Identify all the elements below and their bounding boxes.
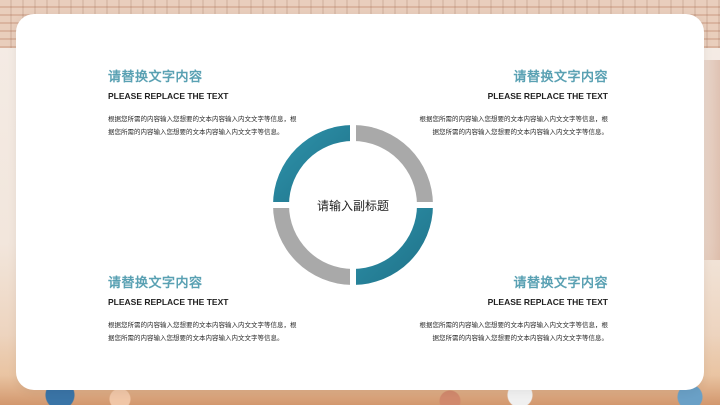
- ring-segment-bottom-left: [273, 205, 353, 285]
- text-block-top-right: 请替换文字内容 PLEASE REPLACE THE TEXT 根据您所需的内容…: [418, 66, 609, 139]
- block-subtitle: PLEASE REPLACE THE TEXT: [108, 91, 229, 101]
- block-body: 根据您所需的内容输入您想要的文本内容输入内文文字等信息，根据您所需的内容输入您想…: [419, 321, 609, 342]
- block-body: 根据您所需的内容输入您想要的文本内容输入内文文字等信息，根据您所需的内容输入您想…: [108, 321, 297, 342]
- block-subtitle: PLEASE REPLACE THE TEXT: [108, 297, 229, 307]
- ring-segment-top-left: [273, 125, 353, 205]
- block-title: 请替换文字内容: [108, 70, 203, 85]
- block-subtitle: PLEASE REPLACE THE TEXT: [487, 297, 608, 307]
- ring-gap-left: [268, 202, 298, 208]
- block-title: 请替换文字内容: [513, 276, 608, 291]
- block-body: 根据您所需的内容输入您想要的文本内容输入内文文字等信息，根据您所需的内容输入您想…: [419, 115, 609, 136]
- ring-gap-right: [408, 202, 438, 208]
- ring-segment-top-right: [353, 125, 433, 205]
- text-block-bottom-right: 请替换文字内容 PLEASE REPLACE THE TEXT 根据您所需的内容…: [418, 272, 609, 345]
- block-subtitle: PLEASE REPLACE THE TEXT: [487, 91, 608, 101]
- ring-gap-top: [350, 120, 356, 150]
- ring-segment-bottom-right: [353, 205, 433, 285]
- segmented-ring-diagram: 请输入副标题: [268, 120, 438, 290]
- ring-gap-bottom: [350, 260, 356, 290]
- ring-svg: [268, 120, 438, 290]
- block-title: 请替换文字内容: [513, 70, 608, 85]
